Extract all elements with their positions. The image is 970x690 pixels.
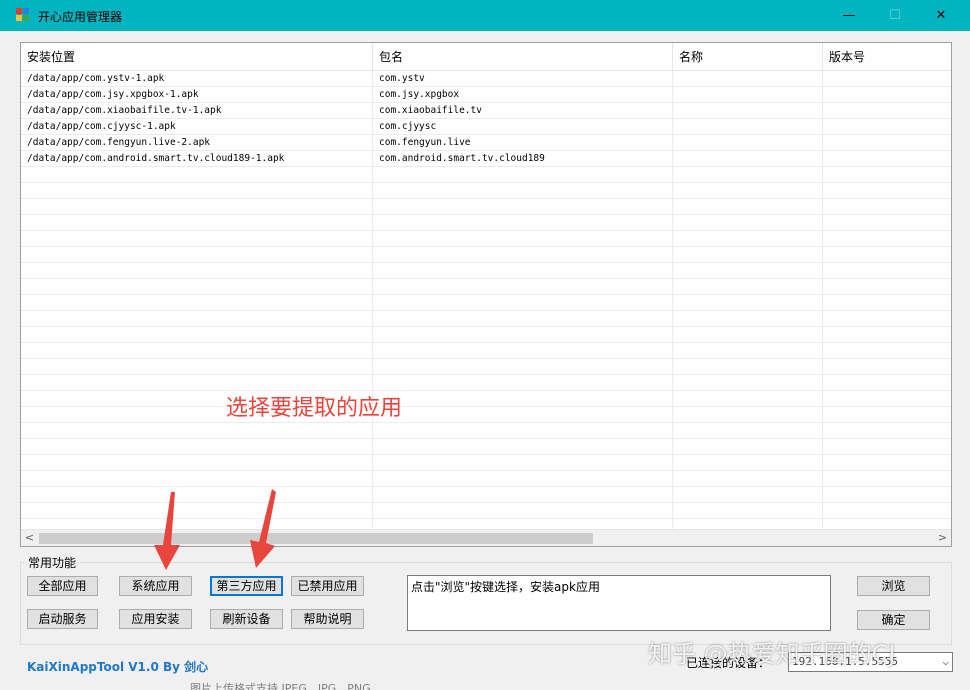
- table-row[interactable]: [21, 247, 951, 263]
- table-row[interactable]: [21, 439, 951, 455]
- watermark: 知乎 @热爱知乎圈的CJ: [648, 640, 896, 668]
- chevron-down-icon[interactable]: ⌵: [942, 653, 949, 671]
- table-row[interactable]: [21, 183, 951, 199]
- table-cell: [673, 103, 823, 119]
- help-button[interactable]: 帮助说明: [291, 609, 364, 629]
- table-row[interactable]: [21, 343, 951, 359]
- install-app-button[interactable]: 应用安装: [119, 609, 192, 629]
- table-cell: /data/app/com.jsy.xpgbox-1.apk: [27, 89, 199, 100]
- close-button[interactable]: ✕: [918, 0, 964, 31]
- annotation-text: 选择要提取的应用: [226, 396, 403, 421]
- column-header-install-location[interactable]: 安装位置: [21, 43, 373, 71]
- table-cell: /data/app/com.cjyysc-1.apk: [27, 121, 176, 132]
- table-cell: [823, 103, 951, 119]
- disabled-apps-button[interactable]: 已禁用应用: [291, 576, 364, 596]
- horizontal-scrollbar[interactable]: < >: [21, 529, 951, 546]
- table-row[interactable]: [21, 231, 951, 247]
- table-cell: com.xiaobaifile.tv: [379, 105, 482, 116]
- maximize-button[interactable]: ☐: [872, 0, 918, 31]
- table-cell: [823, 151, 951, 167]
- table-row[interactable]: [21, 263, 951, 279]
- table-row[interactable]: [21, 423, 951, 439]
- table-cell: [673, 135, 823, 151]
- upload-format-hint: 图片上传格式支持 JPEG、JPG、PNG: [190, 682, 371, 690]
- table-cell: [673, 87, 823, 103]
- table-cell: [823, 135, 951, 151]
- table-cell: com.ystv: [379, 73, 425, 84]
- table-cell: [823, 87, 951, 103]
- minimize-button[interactable]: —: [826, 0, 872, 31]
- app-list[interactable]: 安装位置 包名 名称 版本号 /data/app/com.ystv-1.apk c…: [20, 42, 952, 547]
- third-party-apps-button[interactable]: 第三方应用: [210, 576, 283, 596]
- table-cell: [673, 151, 823, 167]
- table-row[interactable]: [21, 391, 951, 407]
- table-row[interactable]: [21, 359, 951, 375]
- table-cell: com.jsy.xpgbox: [379, 89, 460, 100]
- table-row[interactable]: [21, 503, 951, 519]
- table-cell: com.fengyun.live: [379, 137, 471, 148]
- table-cell: [673, 71, 823, 87]
- table-row[interactable]: /data/app/com.ystv-1.apk com.ystv: [21, 71, 951, 87]
- table-cell: [823, 119, 951, 135]
- system-apps-button[interactable]: 系统应用: [119, 576, 192, 596]
- column-header-package-name[interactable]: 包名: [373, 43, 673, 71]
- brand-label: KaiXinAppTool V1.0 By 剑心: [27, 660, 209, 674]
- table-row[interactable]: [21, 407, 951, 423]
- table-row[interactable]: /data/app/com.xiaobaifile.tv-1.apk com.xi…: [21, 103, 951, 119]
- table-row[interactable]: [21, 487, 951, 503]
- refresh-devices-button[interactable]: 刷新设备: [210, 609, 283, 629]
- table-row[interactable]: [21, 327, 951, 343]
- start-service-button[interactable]: 启动服务: [27, 609, 98, 629]
- browse-button[interactable]: 浏览: [857, 576, 930, 596]
- table-row[interactable]: [21, 471, 951, 487]
- column-header-version[interactable]: 版本号: [823, 43, 951, 71]
- table-cell: com.cjyysc: [379, 121, 437, 132]
- table-row[interactable]: [21, 375, 951, 391]
- table-cell: [673, 119, 823, 135]
- table-cell: [823, 71, 951, 87]
- app-icon: [16, 8, 30, 22]
- confirm-button[interactable]: 确定: [857, 610, 930, 630]
- table-cell: /data/app/com.fengyun.live-2.apk: [27, 137, 211, 148]
- scrollbar-thumb[interactable]: [39, 533, 593, 544]
- table-row[interactable]: [21, 279, 951, 295]
- table-cell: /data/app/com.xiaobaifile.tv-1.apk: [27, 105, 222, 116]
- all-apps-button[interactable]: 全部应用: [27, 576, 98, 596]
- table-row[interactable]: /data/app/com.android.smart.tv.cloud189-…: [21, 151, 951, 167]
- table-row[interactable]: /data/app/com.cjyysc-1.apk com.cjyysc: [21, 119, 951, 135]
- column-header-name[interactable]: 名称: [673, 43, 823, 71]
- table-row[interactable]: [21, 199, 951, 215]
- app-window: 开心应用管理器 — ☐ ✕ 安装位置 包名 名称 版本号 /data/app/c…: [0, 0, 970, 690]
- apk-info-textbox[interactable]: 点击"浏览"按键选择，安装apk应用: [407, 575, 831, 631]
- table-row[interactable]: /data/app/com.jsy.xpgbox-1.apk com.jsy.xp…: [21, 87, 951, 103]
- table-row[interactable]: [21, 455, 951, 471]
- table-cell: /data/app/com.ystv-1.apk: [27, 73, 165, 84]
- table-row[interactable]: [21, 215, 951, 231]
- title-bar[interactable]: 开心应用管理器 — ☐ ✕: [0, 0, 970, 31]
- table-row[interactable]: [21, 167, 951, 183]
- group-label: 常用功能: [24, 554, 81, 571]
- scroll-left-icon[interactable]: <: [21, 530, 38, 546]
- list-header: 安装位置 包名 名称 版本号: [21, 43, 951, 71]
- table-row[interactable]: [21, 311, 951, 327]
- table-row[interactable]: /data/app/com.fengyun.live-2.apk com.feng…: [21, 135, 951, 151]
- window-title: 开心应用管理器: [38, 10, 123, 24]
- table-cell: /data/app/com.android.smart.tv.cloud189-…: [27, 153, 285, 164]
- table-cell: com.android.smart.tv.cloud189: [379, 153, 545, 164]
- table-row[interactable]: [21, 295, 951, 311]
- scroll-right-icon[interactable]: >: [934, 530, 951, 546]
